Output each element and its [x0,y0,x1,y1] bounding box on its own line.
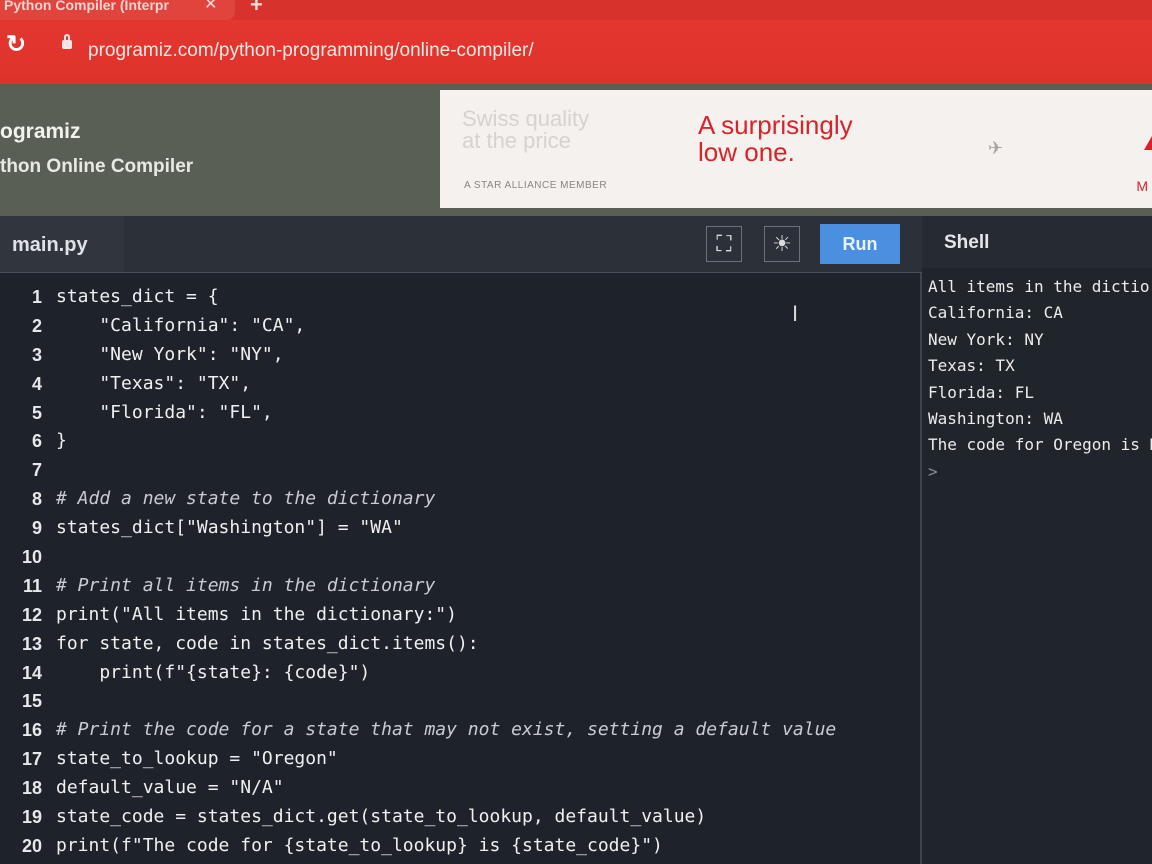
line-number: 6 [31,431,42,452]
ad-faded-text: Swiss quality at the price [462,106,590,153]
line-number: 17 [21,749,42,770]
shell-header: Shell [922,216,1152,268]
line-number: 11 [22,575,42,596]
line-number: 8 [31,489,42,510]
shell-title: Shell [944,232,990,253]
code-line[interactable]: # Add a new state to the dictionary [56,485,836,514]
code-line[interactable]: for state, code in states_dict.items(): [56,630,836,659]
site-header: ogramiz thon Online Compiler Swiss quali… [0,84,1152,216]
shell-output-line: Florida: FL [928,382,1034,402]
code-line[interactable]: "Texas": "TX", [56,370,836,399]
line-number: 14 [21,662,42,683]
line-number: 3 [31,344,42,365]
line-number: 9 [31,518,42,539]
url-field[interactable]: programiz.com/python-programming/online-… [88,40,534,62]
line-number: 15 [21,691,42,712]
code-line[interactable]: print(f"The code for {state_to_lookup} i… [56,832,836,861]
code-area[interactable]: states_dict = { "California": "CA", "New… [56,283,836,861]
code-line[interactable]: "California": "CA", [56,312,836,341]
shell-output-line: Washington: WA [928,408,1063,428]
sun-icon: ☀ [772,231,792,256]
code-line[interactable]: print(f"{state}: {code}") [56,659,836,688]
code-line[interactable]: } [56,427,836,456]
theme-toggle-button[interactable]: ☀ [764,226,800,262]
address-bar: ↻ programiz.com/python-programming/onlin… [0,20,1152,84]
line-number: 5 [31,402,42,423]
page-title: thon Online Compiler [0,156,194,177]
line-number-gutter: 1 2 3 4 5 6 7 8 9 10 11 12 13 14 15 16 17 18 19 20 [0,283,48,861]
code-line[interactable]: state_to_lookup = "Oregon" [56,745,836,774]
ad-headline: A surprisingly low one. [698,110,853,167]
shell-output-line: All items in the dictior [928,277,1152,296]
shell-lines: All items in the dictior California: CA Ne… [928,274,1152,485]
line-number: 1 [31,287,42,307]
shell-output-line: California: CA [928,303,1063,323]
code-line[interactable]: state_code = states_dict.get(state_to_lo… [56,803,836,832]
code-editor[interactable]: 1 2 3 4 5 6 7 8 9 10 11 12 13 14 15 16 17 18 19 20 states_d… [0,273,922,864]
line-number: 12 [21,604,42,625]
site-logo[interactable]: ogramiz [0,120,81,144]
shell-output-line: Texas: TX [928,356,1015,376]
shell-output[interactable]: All items in the dictior California: CA Ne… [922,268,1152,864]
editor-toolbar: main.py ⛶ ☀ Run [0,216,922,273]
code-line[interactable]: default_value = "N/A" [56,774,836,803]
lock-icon[interactable] [62,34,72,49]
line-number: 4 [31,373,42,394]
code-line[interactable]: print("All items in the dictionary:") [56,601,836,630]
shell-prompt[interactable]: > [928,459,1152,485]
run-button[interactable]: Run [820,224,900,264]
fullscreen-icon: ⛶ [716,231,732,256]
line-number: 2 [31,315,42,336]
ad-banner[interactable]: Swiss quality at the price A STAR ALLIANC… [440,90,1152,208]
airplane-icon: ✈ [988,138,1004,158]
line-number: 19 [21,807,42,828]
code-line[interactable]: # Print the code for a state that may no… [56,716,836,745]
code-line[interactable]: "Florida": "FL", [56,399,836,428]
code-line[interactable]: # Print all items in the dictionary [56,572,836,601]
code-line[interactable]: "New York": "NY", [56,341,836,370]
code-line[interactable]: states_dict = { [56,283,836,312]
code-line[interactable] [56,687,836,716]
ad-logo-icon [1144,136,1152,150]
plus-icon[interactable]: + [250,0,263,18]
ad-more-link[interactable]: M [1136,178,1148,194]
code-line[interactable] [56,456,836,485]
shell-output-line: The code for Oregon is N [928,435,1152,455]
text-cursor-icon: I [792,301,799,326]
ad-star-alliance: A STAR ALLIANCE MEMBER [464,180,608,191]
reload-icon[interactable]: ↻ [6,30,26,59]
file-tab[interactable]: main.py [0,216,124,272]
line-number: 7 [31,460,42,481]
fullscreen-button[interactable]: ⛶ [706,226,742,262]
code-line[interactable]: states_dict["Washington"] = "WA" [56,514,836,543]
shell-output-line: New York: NY [928,329,1044,349]
line-number: 20 [21,835,42,856]
code-line[interactable] [56,543,836,572]
browser-tab[interactable]: Python Compiler (Interpr ✕ [0,0,235,20]
line-number: 13 [21,633,42,654]
tab-title: Python Compiler (Interpr [4,0,169,13]
line-number: 10 [21,547,42,568]
line-number: 18 [21,778,42,799]
browser-tabstrip: Python Compiler (Interpr ✕ + [0,0,1152,20]
line-number: 16 [21,720,42,741]
file-name: main.py [12,234,88,256]
close-icon[interactable]: ✕ [204,0,217,14]
